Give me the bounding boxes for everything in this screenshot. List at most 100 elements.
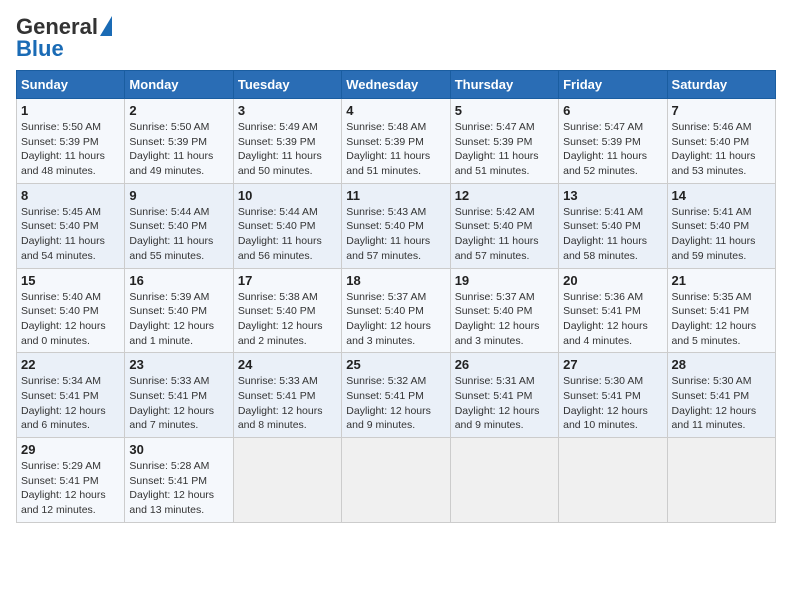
calendar-cell: 28 Sunrise: 5:30 AM Sunset: 5:41 PM Dayl… [667, 353, 775, 438]
day-number: 24 [238, 357, 337, 372]
day-info: Sunrise: 5:50 AM Sunset: 5:39 PM Dayligh… [21, 120, 120, 179]
day-info: Sunrise: 5:44 AM Sunset: 5:40 PM Dayligh… [129, 205, 228, 264]
calendar-cell: 2 Sunrise: 5:50 AM Sunset: 5:39 PM Dayli… [125, 99, 233, 184]
calendar-cell [559, 438, 667, 523]
day-number: 28 [672, 357, 771, 372]
day-info: Sunrise: 5:39 AM Sunset: 5:40 PM Dayligh… [129, 290, 228, 349]
calendar-cell: 16 Sunrise: 5:39 AM Sunset: 5:40 PM Dayl… [125, 268, 233, 353]
calendar-cell: 23 Sunrise: 5:33 AM Sunset: 5:41 PM Dayl… [125, 353, 233, 438]
calendar-cell [450, 438, 558, 523]
weekday-header: Saturday [667, 71, 775, 99]
day-number: 30 [129, 442, 228, 457]
day-info: Sunrise: 5:41 AM Sunset: 5:40 PM Dayligh… [563, 205, 662, 264]
day-number: 13 [563, 188, 662, 203]
day-info: Sunrise: 5:42 AM Sunset: 5:40 PM Dayligh… [455, 205, 554, 264]
logo: General Blue [16, 16, 112, 60]
day-number: 15 [21, 273, 120, 288]
weekday-header: Monday [125, 71, 233, 99]
day-info: Sunrise: 5:47 AM Sunset: 5:39 PM Dayligh… [563, 120, 662, 179]
calendar-cell [342, 438, 450, 523]
calendar-cell: 8 Sunrise: 5:45 AM Sunset: 5:40 PM Dayli… [17, 183, 125, 268]
calendar-week-row: 15 Sunrise: 5:40 AM Sunset: 5:40 PM Dayl… [17, 268, 776, 353]
day-info: Sunrise: 5:31 AM Sunset: 5:41 PM Dayligh… [455, 374, 554, 433]
calendar-cell: 19 Sunrise: 5:37 AM Sunset: 5:40 PM Dayl… [450, 268, 558, 353]
day-info: Sunrise: 5:34 AM Sunset: 5:41 PM Dayligh… [21, 374, 120, 433]
day-number: 16 [129, 273, 228, 288]
day-number: 29 [21, 442, 120, 457]
calendar-cell [233, 438, 341, 523]
day-info: Sunrise: 5:40 AM Sunset: 5:40 PM Dayligh… [21, 290, 120, 349]
calendar-cell: 6 Sunrise: 5:47 AM Sunset: 5:39 PM Dayli… [559, 99, 667, 184]
day-info: Sunrise: 5:33 AM Sunset: 5:41 PM Dayligh… [238, 374, 337, 433]
day-info: Sunrise: 5:29 AM Sunset: 5:41 PM Dayligh… [21, 459, 120, 518]
calendar-cell: 21 Sunrise: 5:35 AM Sunset: 5:41 PM Dayl… [667, 268, 775, 353]
logo-triangle-icon [100, 16, 112, 36]
calendar-table: SundayMondayTuesdayWednesdayThursdayFrid… [16, 70, 776, 523]
day-number: 26 [455, 357, 554, 372]
day-info: Sunrise: 5:33 AM Sunset: 5:41 PM Dayligh… [129, 374, 228, 433]
day-number: 20 [563, 273, 662, 288]
calendar-cell: 26 Sunrise: 5:31 AM Sunset: 5:41 PM Dayl… [450, 353, 558, 438]
day-info: Sunrise: 5:47 AM Sunset: 5:39 PM Dayligh… [455, 120, 554, 179]
logo-blue-text: Blue [16, 38, 64, 60]
day-info: Sunrise: 5:37 AM Sunset: 5:40 PM Dayligh… [346, 290, 445, 349]
weekday-header: Friday [559, 71, 667, 99]
calendar-cell: 3 Sunrise: 5:49 AM Sunset: 5:39 PM Dayli… [233, 99, 341, 184]
calendar-cell: 12 Sunrise: 5:42 AM Sunset: 5:40 PM Dayl… [450, 183, 558, 268]
weekday-header: Sunday [17, 71, 125, 99]
day-number: 17 [238, 273, 337, 288]
calendar-cell: 9 Sunrise: 5:44 AM Sunset: 5:40 PM Dayli… [125, 183, 233, 268]
calendar-cell: 5 Sunrise: 5:47 AM Sunset: 5:39 PM Dayli… [450, 99, 558, 184]
day-number: 10 [238, 188, 337, 203]
weekday-header: Wednesday [342, 71, 450, 99]
weekday-header: Thursday [450, 71, 558, 99]
calendar-week-row: 1 Sunrise: 5:50 AM Sunset: 5:39 PM Dayli… [17, 99, 776, 184]
page-header: General Blue [16, 16, 776, 60]
calendar-cell [667, 438, 775, 523]
calendar-cell: 7 Sunrise: 5:46 AM Sunset: 5:40 PM Dayli… [667, 99, 775, 184]
calendar-cell: 11 Sunrise: 5:43 AM Sunset: 5:40 PM Dayl… [342, 183, 450, 268]
day-info: Sunrise: 5:41 AM Sunset: 5:40 PM Dayligh… [672, 205, 771, 264]
day-info: Sunrise: 5:46 AM Sunset: 5:40 PM Dayligh… [672, 120, 771, 179]
calendar-cell: 14 Sunrise: 5:41 AM Sunset: 5:40 PM Dayl… [667, 183, 775, 268]
calendar-cell: 13 Sunrise: 5:41 AM Sunset: 5:40 PM Dayl… [559, 183, 667, 268]
calendar-week-row: 22 Sunrise: 5:34 AM Sunset: 5:41 PM Dayl… [17, 353, 776, 438]
day-number: 19 [455, 273, 554, 288]
calendar-cell: 24 Sunrise: 5:33 AM Sunset: 5:41 PM Dayl… [233, 353, 341, 438]
calendar-cell: 10 Sunrise: 5:44 AM Sunset: 5:40 PM Dayl… [233, 183, 341, 268]
calendar-cell: 1 Sunrise: 5:50 AM Sunset: 5:39 PM Dayli… [17, 99, 125, 184]
day-number: 2 [129, 103, 228, 118]
day-number: 23 [129, 357, 228, 372]
day-number: 22 [21, 357, 120, 372]
calendar-cell: 22 Sunrise: 5:34 AM Sunset: 5:41 PM Dayl… [17, 353, 125, 438]
day-number: 14 [672, 188, 771, 203]
calendar-cell: 17 Sunrise: 5:38 AM Sunset: 5:40 PM Dayl… [233, 268, 341, 353]
weekday-header: Tuesday [233, 71, 341, 99]
calendar-cell: 25 Sunrise: 5:32 AM Sunset: 5:41 PM Dayl… [342, 353, 450, 438]
day-number: 7 [672, 103, 771, 118]
day-info: Sunrise: 5:50 AM Sunset: 5:39 PM Dayligh… [129, 120, 228, 179]
day-number: 12 [455, 188, 554, 203]
day-info: Sunrise: 5:45 AM Sunset: 5:40 PM Dayligh… [21, 205, 120, 264]
calendar-cell: 4 Sunrise: 5:48 AM Sunset: 5:39 PM Dayli… [342, 99, 450, 184]
day-info: Sunrise: 5:37 AM Sunset: 5:40 PM Dayligh… [455, 290, 554, 349]
day-number: 25 [346, 357, 445, 372]
calendar-cell: 30 Sunrise: 5:28 AM Sunset: 5:41 PM Dayl… [125, 438, 233, 523]
day-info: Sunrise: 5:35 AM Sunset: 5:41 PM Dayligh… [672, 290, 771, 349]
day-number: 9 [129, 188, 228, 203]
logo-text: General [16, 16, 98, 38]
day-number: 4 [346, 103, 445, 118]
day-info: Sunrise: 5:30 AM Sunset: 5:41 PM Dayligh… [563, 374, 662, 433]
calendar-header: SundayMondayTuesdayWednesdayThursdayFrid… [17, 71, 776, 99]
day-info: Sunrise: 5:38 AM Sunset: 5:40 PM Dayligh… [238, 290, 337, 349]
day-number: 27 [563, 357, 662, 372]
day-info: Sunrise: 5:49 AM Sunset: 5:39 PM Dayligh… [238, 120, 337, 179]
day-number: 5 [455, 103, 554, 118]
day-info: Sunrise: 5:43 AM Sunset: 5:40 PM Dayligh… [346, 205, 445, 264]
day-info: Sunrise: 5:36 AM Sunset: 5:41 PM Dayligh… [563, 290, 662, 349]
day-info: Sunrise: 5:44 AM Sunset: 5:40 PM Dayligh… [238, 205, 337, 264]
calendar-cell: 20 Sunrise: 5:36 AM Sunset: 5:41 PM Dayl… [559, 268, 667, 353]
day-number: 21 [672, 273, 771, 288]
day-number: 18 [346, 273, 445, 288]
day-number: 1 [21, 103, 120, 118]
